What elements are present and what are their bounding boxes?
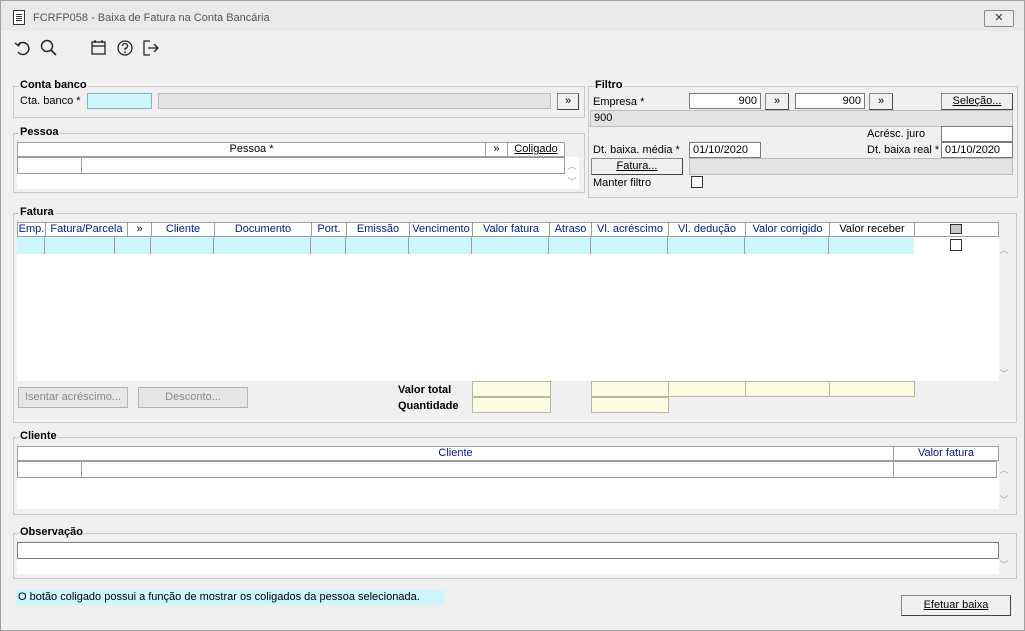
pessoa-grid-body: ︿ ﹀ <box>17 157 579 189</box>
quantidade-label: Quantidade <box>398 400 459 412</box>
pessoa-title: Pessoa <box>19 126 60 138</box>
valor-total-label: Valor total <box>398 384 452 396</box>
empresa-label: Empresa * <box>593 96 645 108</box>
empresa-from-more-button[interactable]: » <box>765 93 789 110</box>
manter-filtro-checkbox[interactable] <box>691 176 703 188</box>
manter-filtro-label: Manter filtro <box>593 177 652 189</box>
cta-banco-more-button[interactable]: » <box>557 93 579 110</box>
col-vl-acrescimo[interactable]: Vl. acréscimo <box>592 223 669 236</box>
conta-banco-title: Conta banco <box>19 79 88 91</box>
calendar-icon[interactable] <box>89 38 109 58</box>
dt-baixa-media-label: Dt. baixa. média * <box>593 144 680 156</box>
empresa-from-input[interactable]: 900 <box>689 93 761 109</box>
scroll-up-icon[interactable]: ︿ <box>998 463 1010 476</box>
pessoa-more-button[interactable]: » <box>486 143 508 156</box>
fatura-title: Fatura <box>19 206 55 218</box>
acresc-juro-input[interactable] <box>941 126 1013 142</box>
col-port[interactable]: Port. <box>312 223 347 236</box>
empresa-description: 900 <box>590 110 1013 127</box>
scroll-down-icon[interactable]: ﹀ <box>566 175 578 188</box>
fatura-grid-body: ︿ ﹀ <box>17 237 1009 381</box>
select-all-checkbox[interactable] <box>950 224 962 234</box>
quantidade-vl-acrescimo <box>591 397 669 413</box>
scroll-up-icon[interactable]: ︿ <box>566 159 578 172</box>
col-cliente-valor-fatura[interactable]: Valor fatura <box>894 447 998 460</box>
coligado-button[interactable]: Coligado <box>508 143 564 156</box>
col-cliente[interactable]: Cliente <box>152 223 215 236</box>
col-emissao[interactable]: Emissão <box>347 223 410 236</box>
empresa-to-input[interactable]: 900 <box>795 93 865 109</box>
fatura-grid-header: Emp. Fatura/Parcela » Cliente Documento … <box>17 222 999 237</box>
scroll-down-icon[interactable]: ﹀ <box>998 367 1010 380</box>
cta-banco-input[interactable] <box>87 93 152 109</box>
cta-banco-description <box>158 93 551 109</box>
col-valor-fatura[interactable]: Valor fatura <box>473 223 550 236</box>
undo-icon[interactable] <box>13 38 33 58</box>
observacao-area: ﹀ <box>17 542 1009 574</box>
title-bar: FCRFP058 - Baixa de Fatura na Conta Banc… <box>1 1 1024 31</box>
empresa-to-more-button[interactable]: » <box>869 93 893 110</box>
col-emp[interactable]: Emp. <box>18 223 46 236</box>
select-all-column[interactable] <box>915 223 998 236</box>
desconto-button[interactable]: Desconto... <box>138 387 248 408</box>
filtro-title: Filtro <box>594 79 624 91</box>
cliente-grid-body: ︿ ﹀ <box>17 461 1009 509</box>
dt-baixa-media-input[interactable]: 01/10/2020 <box>689 142 761 158</box>
efetuar-baixa-button[interactable]: Efetuar baixa <box>901 595 1011 616</box>
quantidade-valor-fatura <box>472 397 551 413</box>
col-cliente-nome[interactable]: Cliente <box>18 447 894 460</box>
total-valor-fatura <box>472 381 551 397</box>
dt-baixa-real-label: Dt. baixa real * <box>867 144 940 156</box>
total-valor-receber <box>829 381 915 397</box>
isentar-acrescimo-button[interactable]: Isentar acréscimo... <box>18 387 128 408</box>
exit-icon[interactable] <box>141 38 161 58</box>
col-valor-receber[interactable]: Valor receber <box>830 223 915 236</box>
scroll-up-icon[interactable]: ︿ <box>998 243 1010 256</box>
scroll-down-icon[interactable]: ﹀ <box>998 558 1010 571</box>
document-icon <box>13 10 25 25</box>
fatura-description <box>689 158 1013 175</box>
cliente-row[interactable] <box>17 461 997 478</box>
fatura-row[interactable] <box>17 237 914 254</box>
col-vencimento[interactable]: Vencimento <box>410 223 473 236</box>
cta-banco-label: Cta. banco * <box>20 95 81 107</box>
close-button[interactable]: ✕ <box>984 10 1014 27</box>
observacao-input[interactable] <box>17 542 999 559</box>
scroll-down-icon[interactable]: ﹀ <box>998 493 1010 506</box>
total-vl-acrescimo <box>591 381 669 397</box>
search-icon[interactable] <box>39 38 59 58</box>
acresc-juro-label: Acrésc. juro <box>867 128 926 140</box>
observacao-title: Observação <box>19 526 84 538</box>
fatura-row-checkbox[interactable] <box>950 239 962 251</box>
col-documento[interactable]: Documento <box>215 223 312 236</box>
pessoa-column-header: Pessoa * <box>18 143 486 156</box>
dt-baixa-real-input[interactable]: 01/10/2020 <box>941 142 1013 158</box>
total-valor-corrigido <box>745 381 830 397</box>
fatura-button[interactable]: Fatura... <box>591 158 683 175</box>
fatura-more-button[interactable]: » <box>128 223 152 236</box>
col-valor-corrigido[interactable]: Valor corrigido <box>746 223 830 236</box>
pessoa-grid-header: Pessoa * » Coligado <box>17 142 565 157</box>
col-vl-deducao[interactable]: Vl. dedução <box>669 223 746 236</box>
cliente-grid-header: Cliente Valor fatura <box>17 446 999 461</box>
status-hint: O botão coligado possui a função de most… <box>16 590 444 605</box>
help-icon[interactable] <box>115 38 135 58</box>
col-fatura-parcela[interactable]: Fatura/Parcela <box>46 223 128 236</box>
col-atraso[interactable]: Atraso <box>550 223 592 236</box>
total-vl-deducao <box>668 381 746 397</box>
window-title: FCRFP058 - Baixa de Fatura na Conta Banc… <box>33 12 270 24</box>
cliente-title: Cliente <box>19 430 58 442</box>
main-window: FCRFP058 - Baixa de Fatura na Conta Banc… <box>0 0 1025 631</box>
selecao-button[interactable]: Seleção... <box>941 93 1013 110</box>
pessoa-row[interactable] <box>17 157 565 174</box>
